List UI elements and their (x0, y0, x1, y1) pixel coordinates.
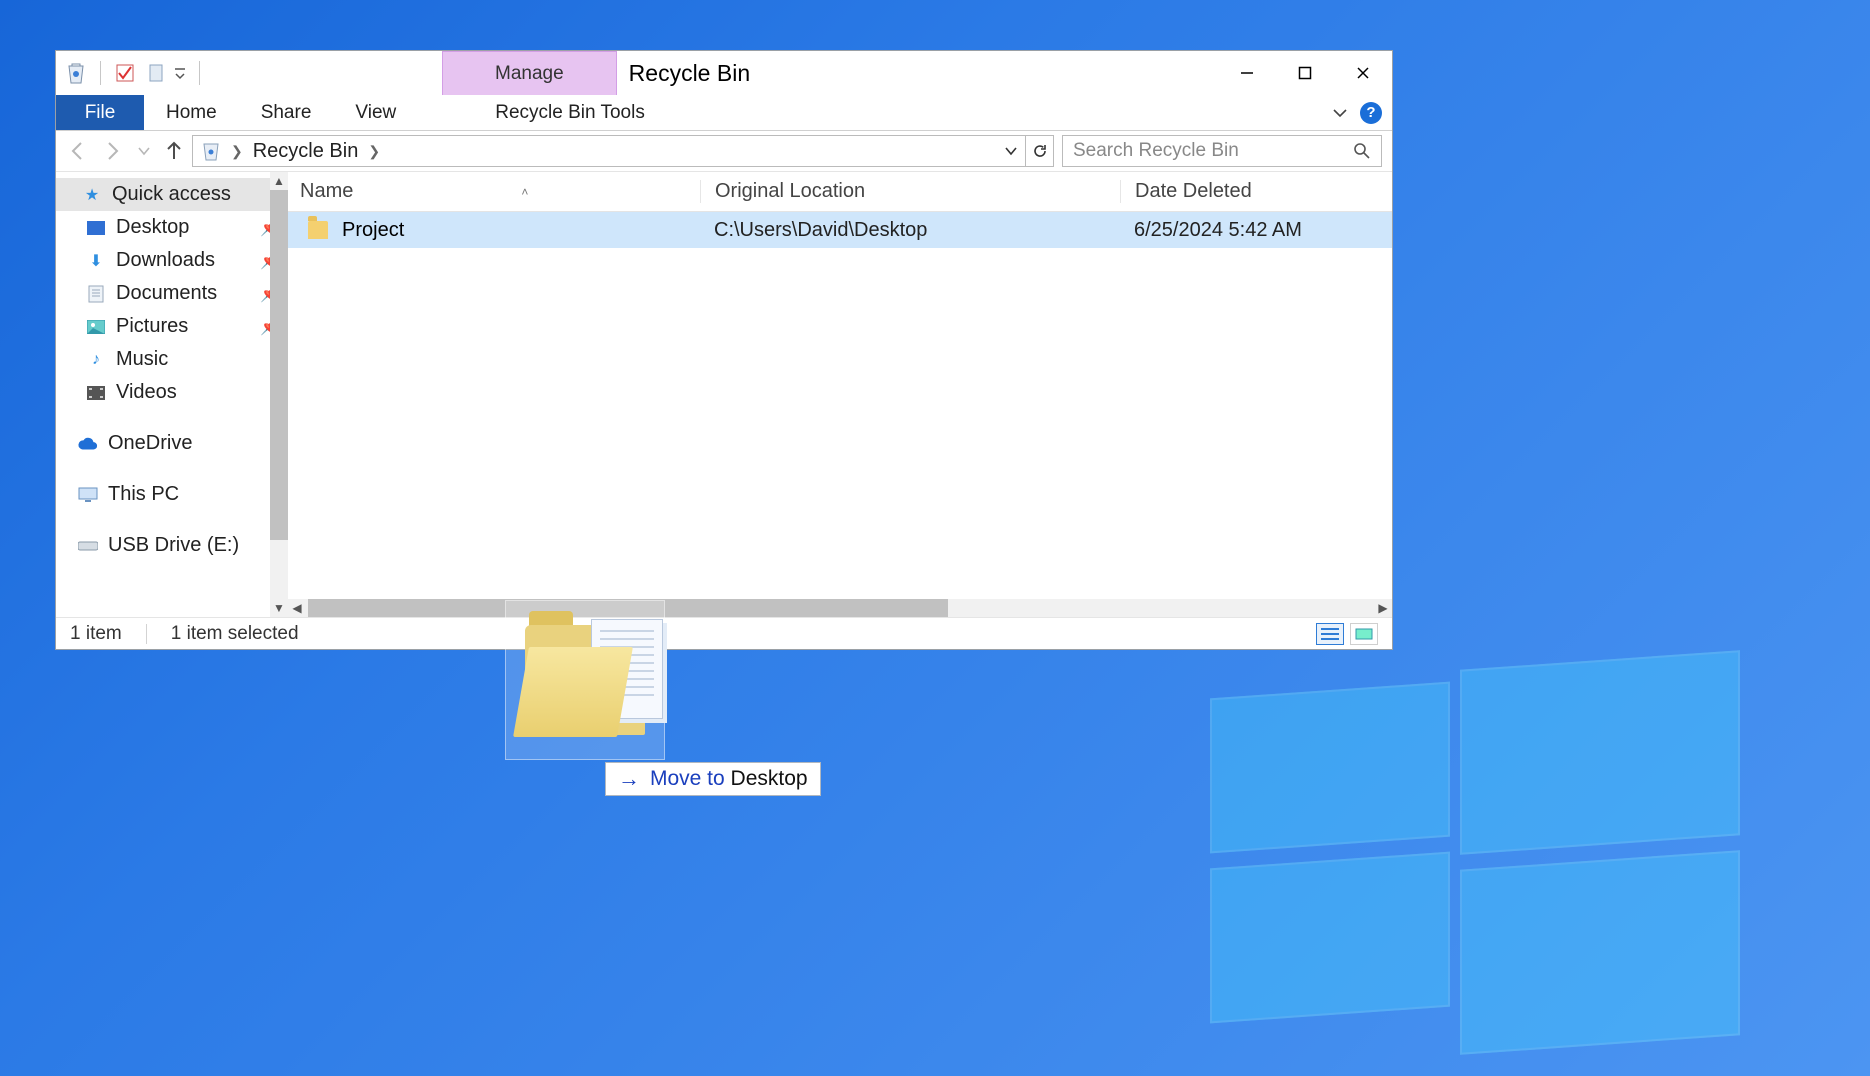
chevron-right-icon[interactable]: ❯ (231, 143, 243, 160)
file-name: Project (342, 219, 404, 242)
sidebar-scrollbar[interactable]: ▲ ▼ (270, 172, 288, 617)
pictures-icon (86, 317, 106, 337)
sidebar-item-label: This PC (108, 483, 179, 506)
qat-properties-icon[interactable] (111, 59, 139, 87)
sidebar-item-documents[interactable]: Documents 📌 (56, 277, 288, 310)
drag-preview (505, 600, 665, 760)
nav-forward-button[interactable] (102, 140, 124, 162)
drop-tooltip: → Move to Desktop (605, 762, 821, 796)
documents-icon (86, 284, 106, 304)
help-icon[interactable]: ? (1360, 102, 1382, 124)
sidebar-item-pictures[interactable]: Pictures 📌 (56, 310, 288, 343)
recycle-bin-icon (201, 141, 221, 161)
column-headers: Name ˄ Original Location Date Deleted (288, 172, 1392, 212)
search-placeholder: Search Recycle Bin (1073, 140, 1239, 162)
qat-customize-dropdown[interactable] (175, 63, 189, 83)
ribbon-tab-share[interactable]: Share (239, 95, 334, 130)
ribbon-tab-view[interactable]: View (333, 95, 418, 130)
file-list: Name ˄ Original Location Date Deleted Pr… (288, 172, 1392, 617)
ribbon-context-tab-manage[interactable]: Manage (442, 51, 617, 95)
folder-docs-icon (525, 625, 645, 735)
quick-access-toolbar (56, 51, 212, 95)
sidebar-quick-access[interactable]: ★ Quick access (56, 178, 288, 211)
sidebar-item-label: OneDrive (108, 432, 192, 455)
this-pc-icon (78, 485, 98, 505)
drop-destination: Desktop (731, 767, 808, 790)
address-dropdown-icon[interactable] (997, 136, 1025, 166)
minimize-button[interactable] (1218, 51, 1276, 95)
column-header-name[interactable]: Name ˄ (300, 180, 700, 203)
file-original-location: C:\Users\David\Desktop (700, 219, 1120, 242)
address-search-row: ❯ Recycle Bin ❯ Search Recycle Bin (56, 131, 1392, 171)
content-h-scrollbar[interactable]: ◀ ▶ (288, 599, 1392, 617)
explorer-window: Manage Recycle Bin File Home Share View … (55, 50, 1393, 650)
download-icon: ⬇ (86, 251, 106, 271)
windows-logo-wallpaper (1210, 660, 1740, 1020)
scroll-down-icon[interactable]: ▼ (270, 599, 288, 617)
status-item-count: 1 item (70, 623, 122, 645)
column-label: Name (300, 180, 353, 203)
chevron-right-icon[interactable]: ❯ (368, 143, 380, 160)
folder-icon (308, 221, 328, 239)
file-row[interactable]: Project C:\Users\David\Desktop 6/25/2024… (288, 212, 1392, 248)
qat-newfolder-icon[interactable] (143, 59, 171, 87)
ribbon-tabs: File Home Share View Recycle Bin Tools ? (56, 95, 1392, 131)
ribbon-tab-recycle-bin-tools[interactable]: Recycle Bin Tools (473, 95, 667, 130)
onedrive-icon (78, 434, 98, 454)
sidebar-item-label: Quick access (112, 183, 231, 206)
sort-indicator-icon: ˄ (521, 185, 528, 199)
sidebar-item-label: Desktop (116, 216, 189, 239)
recycle-bin-icon (62, 59, 90, 87)
navigation-pane: ★ Quick access Desktop 📌 ⬇ Downloads 📌 D… (56, 172, 288, 617)
breadcrumb[interactable]: Recycle Bin (253, 140, 359, 163)
sidebar-item-label: Music (116, 348, 168, 371)
sidebar-item-label: Documents (116, 282, 217, 305)
address-bar[interactable]: ❯ Recycle Bin ❯ (192, 135, 1054, 167)
drop-action-label: Move to (650, 767, 731, 790)
view-large-icons-button[interactable] (1350, 623, 1378, 645)
scroll-right-icon[interactable]: ▶ (1374, 601, 1392, 615)
search-icon (1353, 142, 1371, 160)
sidebar-item-label: Downloads (116, 249, 215, 272)
ribbon-tab-home[interactable]: Home (144, 95, 239, 130)
refresh-icon[interactable] (1025, 136, 1053, 166)
nav-history-dropdown[interactable] (138, 145, 150, 157)
desktop-icon (86, 218, 106, 238)
sidebar-item-label: Videos (116, 381, 177, 404)
window-title: Recycle Bin (617, 51, 750, 95)
sidebar-item-label: Pictures (116, 315, 188, 338)
column-header-date-deleted[interactable]: Date Deleted (1120, 180, 1380, 203)
scroll-thumb[interactable] (270, 190, 288, 540)
title-bar[interactable]: Manage Recycle Bin (56, 51, 1392, 95)
sidebar-item-downloads[interactable]: ⬇ Downloads 📌 (56, 244, 288, 277)
videos-icon (86, 383, 106, 403)
status-bar: 1 item 1 item selected (56, 617, 1392, 649)
divider (146, 624, 147, 644)
scroll-up-icon[interactable]: ▲ (270, 172, 288, 190)
sidebar-item-desktop[interactable]: Desktop 📌 (56, 211, 288, 244)
file-date-deleted: 6/25/2024 5:42 AM (1120, 219, 1380, 242)
sidebar-item-label: USB Drive (E:) (108, 534, 239, 557)
arrow-right-icon: → (618, 766, 640, 792)
status-selection: 1 item selected (171, 623, 299, 645)
sidebar-onedrive[interactable]: OneDrive (56, 427, 288, 460)
search-input[interactable]: Search Recycle Bin (1062, 135, 1382, 167)
scroll-left-icon[interactable]: ◀ (288, 601, 306, 615)
sidebar-this-pc[interactable]: This PC (56, 478, 288, 511)
sidebar-item-videos[interactable]: Videos (56, 376, 288, 409)
ribbon-tab-file[interactable]: File (56, 95, 144, 130)
column-header-original-location[interactable]: Original Location (700, 180, 1120, 203)
star-icon: ★ (82, 185, 102, 205)
nav-up-button[interactable] (164, 140, 184, 162)
close-button[interactable] (1334, 51, 1392, 95)
music-icon: ♪ (86, 350, 106, 370)
ribbon-collapse-icon[interactable] (1332, 105, 1348, 121)
nav-back-button[interactable] (66, 140, 88, 162)
usb-drive-icon (78, 536, 98, 556)
sidebar-usb-drive[interactable]: USB Drive (E:) (56, 529, 288, 562)
maximize-button[interactable] (1276, 51, 1334, 95)
sidebar-item-music[interactable]: ♪ Music (56, 343, 288, 376)
view-details-button[interactable] (1316, 623, 1344, 645)
